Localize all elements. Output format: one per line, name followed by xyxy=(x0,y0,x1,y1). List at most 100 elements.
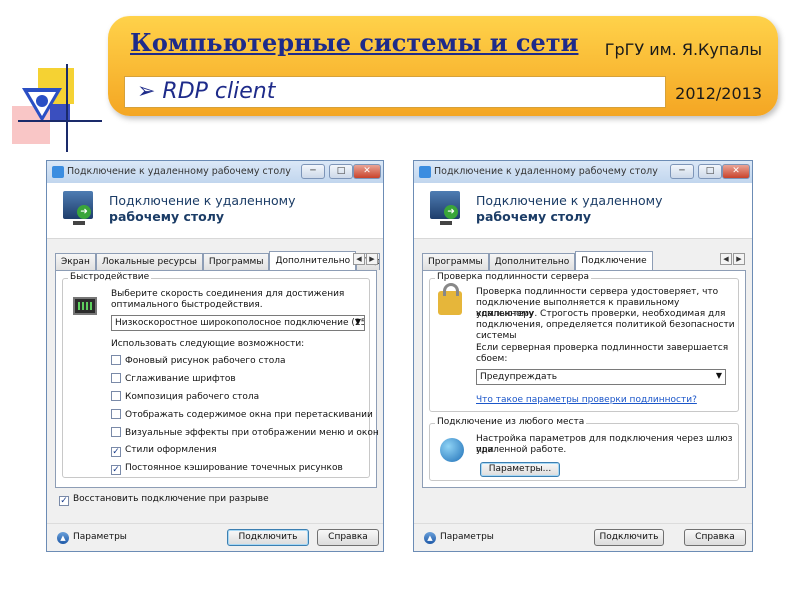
header-banner: Компьютерные системы и сети ГрГУ им. Я.К… xyxy=(108,16,778,116)
auth-fail-line1: Если серверная проверка подлинности заве… xyxy=(476,343,729,353)
auth-text-line3: компьютеру. Строгость проверки, необходи… xyxy=(476,309,726,319)
checkbox-checked[interactable]: ✓ xyxy=(59,496,69,506)
minimize-button[interactable]: ─ xyxy=(301,164,325,179)
academic-year: 2012/2013 xyxy=(675,84,762,103)
slide-title: Компьютерные системы и сети xyxy=(130,28,579,57)
auth-fail-line2: сбоем: xyxy=(476,354,508,364)
rdp-dialog-connection: Подключение к удаленному рабочему столу … xyxy=(413,160,753,552)
help-button[interactable]: Справка xyxy=(684,529,746,546)
title-bar: Подключение к удаленному рабочему столу … xyxy=(47,161,383,183)
rdp-app-icon xyxy=(52,166,64,178)
tab-panel: Быстродействие Выберите скорость соедине… xyxy=(55,270,379,488)
university-name: ГрГУ им. Я.Купалы xyxy=(604,40,762,59)
auth-text-line4: подключения, определяется политикой безо… xyxy=(476,320,735,330)
university-logo-icon xyxy=(22,88,62,122)
auth-text-line1: Проверка подлинности сервера удостоверяе… xyxy=(476,287,719,297)
dialog-footer: ▲ Параметры Подключить Справка xyxy=(414,523,752,551)
checkbox-font-smoothing[interactable]: Сглаживание шрифтов xyxy=(111,373,236,385)
dialog-footer: ▲ Параметры Подключить Справка xyxy=(47,523,383,551)
dialog-header: ➜ Подключение к удаленному рабочему стол… xyxy=(47,183,383,239)
tab-connection[interactable]: Подключение xyxy=(575,251,653,271)
connection-speed-value: Низкоскоростное широкополосное подключен… xyxy=(115,318,365,328)
header-title-line2: рабочему столу xyxy=(109,209,225,224)
checkbox-desktop-background[interactable]: Фоновый рисунок рабочего стола xyxy=(111,355,286,367)
maximize-button[interactable]: □ xyxy=(329,164,353,179)
tab-programs[interactable]: Программы xyxy=(202,253,270,270)
tab-programs[interactable]: Программы xyxy=(422,253,489,270)
minimize-button[interactable]: ─ xyxy=(670,164,694,179)
lock-icon xyxy=(438,283,462,315)
dialog-header: ➜ Подключение к удаленному рабочему стол… xyxy=(414,183,752,239)
dialog-body: Программы Дополнительно Подключение ◀ ▶ … xyxy=(414,239,752,525)
checkbox-checked[interactable]: ✓ xyxy=(111,447,121,457)
server-auth-group: Проверка подлинности сервера Проверка по… xyxy=(429,272,739,412)
decor-vertical-line xyxy=(66,64,68,152)
connect-anywhere-group: Подключение из любого места Настройка па… xyxy=(429,417,739,481)
dialog-body: Экран Локальные ресурсы Программы Дополн… xyxy=(47,239,383,525)
checkbox-box[interactable] xyxy=(111,409,121,419)
checkbox-desktop-composition[interactable]: Композиция рабочего стола xyxy=(111,391,259,403)
chevron-down-icon: ▼ xyxy=(354,317,361,326)
checkbox-box[interactable] xyxy=(111,391,121,401)
performance-group: Быстродействие Выберите скорость соедине… xyxy=(62,272,379,478)
speed-meter-icon xyxy=(73,297,97,315)
gateway-settings-button[interactable]: Параметры... xyxy=(480,462,560,477)
tab-screen[interactable]: Экран xyxy=(55,253,96,270)
tab-strip: Экран Локальные ресурсы Программы Дополн… xyxy=(55,251,381,271)
slide-subtitle: ➢ RDP client xyxy=(137,79,276,104)
connect-button[interactable]: Подключить xyxy=(594,529,664,546)
auth-failure-select[interactable]: Предупреждать ▼ xyxy=(476,369,726,385)
tab-panel: Проверка подлинности сервера Проверка по… xyxy=(422,270,746,488)
globe-icon xyxy=(440,438,464,462)
checkbox-reconnect[interactable]: ✓ Восстановить подключение при разрыве xyxy=(59,494,269,506)
features-label: Использовать следующие возможности: xyxy=(111,339,305,349)
speed-prompt-line2: оптимального быстродействия. xyxy=(111,300,263,310)
tab-local-resources[interactable]: Локальные ресурсы xyxy=(95,253,203,270)
tab-scroll-left-button[interactable]: ◀ xyxy=(720,253,732,265)
connect-arrow-icon: ➜ xyxy=(444,205,458,219)
header-title-line1: Подключение к удаленному xyxy=(109,193,296,208)
anywhere-text-line2: удаленной работе. xyxy=(476,445,567,455)
options-label[interactable]: Параметры xyxy=(440,532,494,542)
tab-advanced[interactable]: Дополнительно xyxy=(488,253,576,270)
rdp-dialog-advanced: Подключение к удаленному рабочему столу … xyxy=(46,160,384,552)
speed-prompt-line1: Выберите скорость соединения для достиже… xyxy=(111,289,345,299)
checkbox-checked[interactable]: ✓ xyxy=(111,465,121,475)
chevron-down-icon: ▼ xyxy=(715,371,722,380)
checkbox-box[interactable] xyxy=(111,427,121,437)
title-bar: Подключение к удаленному рабочему столу … xyxy=(414,161,752,183)
group-title: Подключение из любого места xyxy=(435,417,587,427)
options-toggle-icon[interactable]: ▲ xyxy=(424,532,436,544)
checkbox-box[interactable] xyxy=(111,355,121,365)
checkbox-box[interactable] xyxy=(111,373,121,383)
connect-arrow-icon: ➜ xyxy=(77,205,91,219)
group-title: Быстродействие xyxy=(68,272,152,282)
header-title-line2: рабочему столу xyxy=(476,209,592,224)
subtitle-box: ➢ RDP client xyxy=(124,76,666,108)
help-button[interactable]: Справка xyxy=(317,529,379,546)
options-label[interactable]: Параметры xyxy=(73,532,127,542)
maximize-button[interactable]: □ xyxy=(698,164,722,179)
auth-help-link[interactable]: Что такое параметры проверки подлинности… xyxy=(476,395,697,406)
rdp-app-icon xyxy=(419,166,431,178)
checkbox-show-window-contents[interactable]: Отображать содержимое окна при перетаски… xyxy=(111,409,373,421)
tab-scroll-right-button[interactable]: ▶ xyxy=(733,253,745,265)
close-button[interactable]: ✕ xyxy=(722,164,750,179)
decor-horizontal-line xyxy=(18,120,102,122)
tab-scroll-left-button[interactable]: ◀ xyxy=(353,253,365,265)
tab-scroll-right-button[interactable]: ▶ xyxy=(366,253,378,265)
header-title-line1: Подключение к удаленному xyxy=(476,193,663,208)
checkbox-themes[interactable]: ✓ Стили оформления xyxy=(111,445,217,457)
checkbox-bitmap-caching[interactable]: ✓ Постоянное кэширование точечных рисунко… xyxy=(111,463,343,475)
auth-text-line5: системы xyxy=(476,331,517,338)
group-title: Проверка подлинности сервера xyxy=(435,272,592,282)
window-title: Подключение к удаленному рабочему столу xyxy=(434,166,658,177)
close-button[interactable]: ✕ xyxy=(353,164,381,179)
connect-button[interactable]: Подключить xyxy=(227,529,309,546)
options-toggle-icon[interactable]: ▲ xyxy=(57,532,69,544)
tab-advanced[interactable]: Дополнительно xyxy=(269,251,357,271)
tab-strip: Программы Дополнительно Подключение xyxy=(422,251,653,271)
window-title: Подключение к удаленному рабочему столу xyxy=(67,166,291,177)
connection-speed-select[interactable]: Низкоскоростное широкополосное подключен… xyxy=(111,315,365,331)
checkbox-visual-effects[interactable]: Визуальные эффекты при отображении меню … xyxy=(111,427,379,439)
